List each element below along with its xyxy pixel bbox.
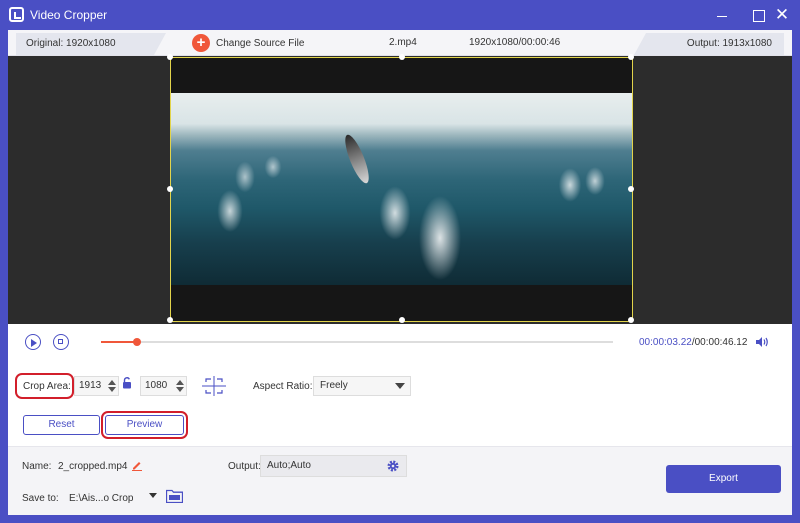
maximize-icon[interactable] (748, 5, 768, 25)
crop-width-input[interactable]: 1913 (74, 376, 119, 396)
crop-area-label: Crop Area: (23, 381, 71, 392)
original-resolution: Original: 1920x1080 (16, 33, 166, 55)
file-name: 2.mp4 (389, 37, 417, 48)
plus-icon: + (192, 34, 210, 52)
pen-icon[interactable] (131, 459, 143, 471)
crop-handle-bottom-left[interactable] (167, 317, 173, 323)
output-resolution: Output: 1913x1080 (634, 33, 784, 55)
change-source-label: Change Source File (216, 37, 305, 49)
file-meta: 1920x1080/00:00:46 (469, 37, 561, 48)
progress-fill (101, 341, 137, 343)
change-source-button[interactable]: + Change Source File (192, 33, 304, 53)
volume-icon[interactable] (755, 335, 769, 349)
crop-height-value: 1080 (145, 380, 168, 391)
crop-settings-row: Crop Area: 1913 1080 Aspect Ratio: Freel… (8, 370, 792, 400)
source-info-bar: Original: 1920x1080 + Change Source File… (8, 30, 792, 56)
window-title: Video Cropper (30, 8, 108, 22)
player-controls: 00:00:03.22/00:00:46.12 (8, 324, 792, 362)
video-cropper-window: Video Cropper ✕ Original: 1920x1080 + Ch… (0, 0, 800, 523)
title-bar: Video Cropper ✕ (0, 0, 800, 30)
crop-height-stepper[interactable] (176, 379, 184, 393)
preview-button[interactable]: Preview (105, 415, 184, 435)
output-label: Output: (228, 461, 261, 472)
main-panel: Original: 1920x1080 + Change Source File… (8, 30, 792, 515)
gear-icon[interactable] (386, 459, 400, 473)
chevron-down-icon (395, 383, 405, 389)
crop-handle-top[interactable] (399, 54, 405, 60)
progress-thumb[interactable] (133, 338, 141, 346)
save-to-label: Save to: (22, 493, 59, 504)
crop-selection-box[interactable] (167, 54, 634, 323)
crop-handle-left[interactable] (167, 186, 173, 192)
total-time: /00:00:46.12 (691, 337, 748, 348)
file-name-value: 2_cropped.mp4 (58, 461, 128, 472)
crop-handle-bottom[interactable] (399, 317, 405, 323)
aspect-ratio-value: Freely (320, 380, 348, 391)
video-preview-area (8, 54, 792, 324)
crop-width-value: 1913 (79, 380, 102, 391)
minimize-icon[interactable] (712, 5, 732, 25)
name-label: Name: (22, 461, 52, 472)
progress-slider[interactable] (101, 338, 613, 346)
folder-icon[interactable] (166, 489, 183, 503)
output-format-value: Auto;Auto (267, 460, 311, 471)
time-readout: 00:00:03.22/00:00:46.12 (639, 337, 747, 348)
close-icon[interactable]: ✕ (772, 5, 792, 25)
save-path-value: E:\Ais...o Crop (69, 493, 134, 504)
crop-handle-bottom-right[interactable] (628, 317, 634, 323)
aspect-ratio-select[interactable]: Freely (313, 376, 411, 396)
lock-icon[interactable] (122, 377, 132, 389)
crop-height-input[interactable]: 1080 (140, 376, 187, 396)
crop-handle-top-right[interactable] (628, 54, 634, 60)
aspect-ratio-label: Aspect Ratio: (253, 381, 313, 392)
save-path-dropdown-icon[interactable] (149, 493, 157, 498)
current-time: 00:00:03.22 (639, 337, 692, 348)
crop-handle-top-left[interactable] (167, 54, 173, 60)
export-button[interactable]: Export (666, 465, 781, 493)
stop-icon[interactable] (53, 334, 69, 350)
crop-handle-right[interactable] (628, 186, 634, 192)
center-crop-icon[interactable] (202, 376, 226, 396)
crop-width-stepper[interactable] (108, 379, 116, 393)
app-crop-icon (9, 7, 24, 22)
output-format-field[interactable]: Auto;Auto (260, 455, 407, 477)
play-icon[interactable] (25, 334, 41, 350)
output-settings-panel: Name: 2_cropped.mp4 Output: Auto;Auto Sa… (8, 446, 792, 515)
reset-button[interactable]: Reset (23, 415, 100, 435)
